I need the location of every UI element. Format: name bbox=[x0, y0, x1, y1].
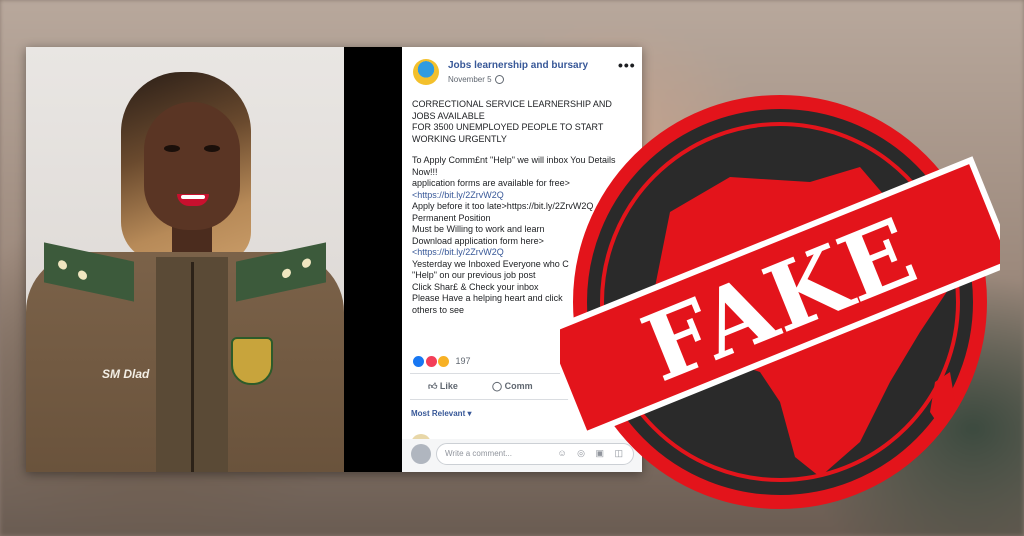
page-name-link[interactable]: Jobs learnership and bursary bbox=[448, 60, 588, 71]
post-date[interactable]: November 5 bbox=[448, 75, 504, 85]
epaulette-star-icon bbox=[282, 267, 291, 279]
fake-stamp: FAKE bbox=[560, 95, 1000, 509]
coat-of-arms-badge-icon bbox=[231, 337, 273, 385]
love-reaction-icon bbox=[424, 355, 438, 368]
like-reaction-icon bbox=[412, 355, 425, 368]
globe-icon bbox=[494, 75, 504, 85]
smile bbox=[177, 194, 209, 206]
comment-bubble-icon: ◯ bbox=[492, 381, 503, 391]
comment-button[interactable]: ◯ Comm bbox=[492, 381, 533, 392]
epaulette-star-icon bbox=[58, 259, 67, 271]
like-button[interactable]: 👍︎ Like bbox=[428, 381, 458, 392]
eye bbox=[204, 145, 220, 152]
page-avatar[interactable] bbox=[413, 59, 439, 85]
thumbs-up-icon: 👍︎ bbox=[428, 381, 438, 391]
reaction-count: 197 bbox=[455, 355, 471, 366]
face bbox=[144, 102, 240, 230]
sad-reaction-icon bbox=[437, 355, 451, 368]
reaction-summary[interactable]: 197 bbox=[412, 355, 471, 368]
zipper bbox=[191, 262, 194, 472]
comment-placeholder: Write a comment... bbox=[445, 449, 512, 458]
name-tag: SM Dlad bbox=[102, 367, 150, 381]
epaulette-star-icon bbox=[78, 269, 87, 281]
profile-photo: SM Dlad bbox=[26, 47, 344, 472]
eye bbox=[164, 145, 180, 152]
photo-divider bbox=[344, 47, 402, 472]
comment-sort-dropdown[interactable]: Most Relevant ▾ bbox=[411, 409, 471, 418]
user-avatar bbox=[411, 444, 431, 464]
epaulette-star-icon bbox=[302, 257, 311, 269]
more-options-icon[interactable]: ••• bbox=[618, 57, 636, 73]
